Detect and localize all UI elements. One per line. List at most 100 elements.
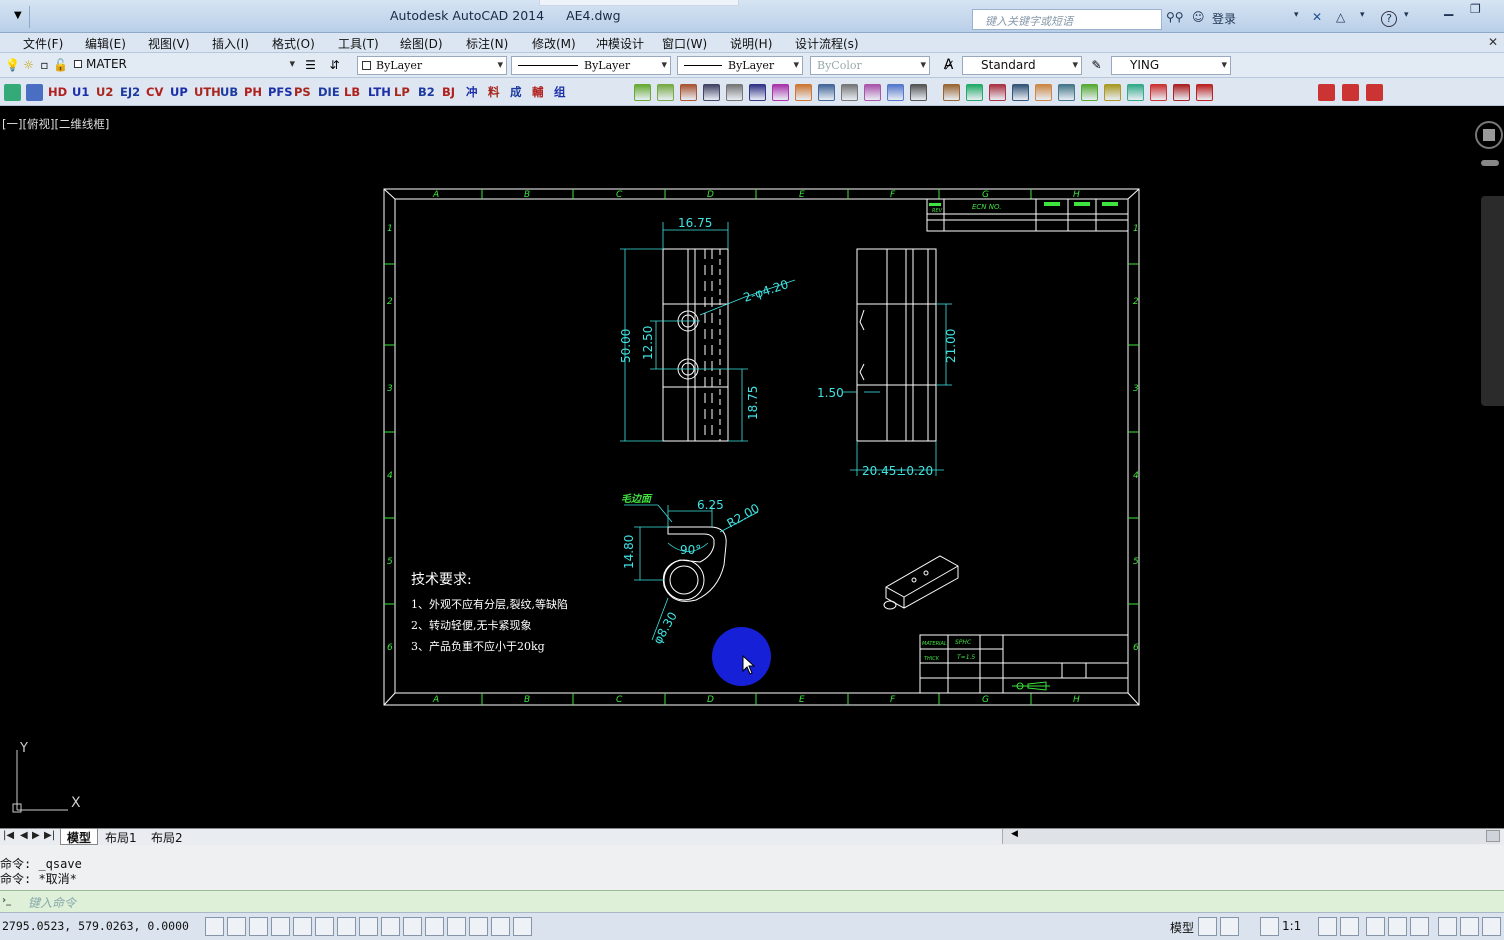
modify-tool-icon[interactable] [1173, 84, 1190, 101]
text-style-icon[interactable]: A̷ [940, 57, 957, 74]
die-tool-5[interactable]: UP [170, 83, 188, 102]
menu-die-design[interactable]: 冲模设计 [596, 35, 644, 52]
status-toggle-button[interactable] [227, 917, 246, 936]
modify-tool-icon[interactable] [864, 84, 881, 101]
help-icon[interactable]: ? [1381, 11, 1397, 27]
die-tool-10[interactable]: PS [294, 83, 311, 102]
scroll-left-icon[interactable]: ◀ [1011, 829, 1018, 839]
plotstyle-dropdown[interactable]: ByColor [810, 56, 930, 75]
modify-tool-icon[interactable] [943, 84, 960, 101]
viewcube-box[interactable] [1483, 129, 1495, 141]
next-tab-icon[interactable]: ▶ [32, 830, 40, 841]
help-dropdown-icon[interactable]: ▾ [1404, 10, 1409, 20]
die-tool-0[interactable]: HD [48, 83, 67, 102]
die-tool-18[interactable]: 料 [488, 83, 500, 102]
die-tool-14[interactable]: LP [394, 83, 410, 102]
model-space-label[interactable]: 模型 [1170, 919, 1194, 936]
a360-dropdown-icon[interactable]: ▾ [1360, 10, 1365, 20]
status-toggle-button[interactable] [447, 917, 466, 936]
exchange-icon[interactable]: ✕ [1312, 10, 1322, 24]
lineweight-dropdown[interactable]: ByLayer [677, 56, 803, 75]
modify-tool-icon[interactable] [634, 84, 651, 101]
status-toggle-button[interactable] [381, 917, 400, 936]
modify-tool-icon[interactable] [966, 84, 983, 101]
extra-tool-icon[interactable] [1342, 84, 1359, 101]
modify-tool-icon[interactable] [818, 84, 835, 101]
scroll-right-thumb[interactable] [1486, 830, 1500, 842]
die-tool-1[interactable]: U1 [72, 83, 89, 102]
die-tool-6[interactable]: UTH [194, 83, 221, 102]
binoculars-icon[interactable]: ⚲⚲ [1166, 10, 1184, 24]
last-tab-icon[interactable]: ▶| [44, 830, 55, 841]
status-toggle-button[interactable] [1340, 917, 1359, 936]
dimension-style-icon[interactable]: ✎ [1088, 57, 1105, 74]
status-toggle-button[interactable] [1220, 917, 1239, 936]
modify-tool-icon[interactable] [657, 84, 674, 101]
status-toggle-button[interactable] [513, 917, 532, 936]
tab-layout1[interactable]: 布局1 [99, 829, 143, 845]
status-toggle-button[interactable] [315, 917, 334, 936]
menu-design-flow[interactable]: 设计流程(s) [795, 35, 859, 52]
die-tool-icon[interactable] [26, 84, 43, 101]
dimstyle-dropdown[interactable]: YING [1111, 56, 1231, 75]
die-tool-17[interactable]: 冲 [466, 83, 478, 102]
die-tool-7[interactable]: UB [220, 83, 238, 102]
status-toggle-button[interactable] [1388, 917, 1407, 936]
modify-tool-icon[interactable] [910, 84, 927, 101]
modify-tool-icon[interactable] [1196, 84, 1213, 101]
die-tool-icon[interactable] [4, 84, 21, 101]
menu-dimension[interactable]: 标注(N) [466, 35, 508, 52]
layer-properties-icon[interactable]: ☰ [302, 57, 319, 74]
modify-tool-icon[interactable] [1035, 84, 1052, 101]
status-toggle-button[interactable] [1438, 917, 1457, 936]
coordinates-readout[interactable]: 2795.0523, 579.0263, 0.0000 [2, 919, 189, 933]
die-tool-15[interactable]: B2 [418, 83, 435, 102]
status-toggle-button[interactable] [403, 917, 422, 936]
color-dropdown[interactable]: ByLayer [357, 56, 507, 75]
status-toggle-button[interactable] [1366, 917, 1385, 936]
status-toggle-button[interactable] [1410, 917, 1429, 936]
die-tool-21[interactable]: 组 [554, 83, 566, 102]
status-toggle-button[interactable] [293, 917, 312, 936]
menu-format[interactable]: 格式(O) [272, 35, 315, 52]
restore-icon[interactable]: ❐ [1470, 2, 1481, 16]
extra-tool-icon[interactable] [1366, 84, 1383, 101]
modify-tool-icon[interactable] [1081, 84, 1098, 101]
tab-model[interactable]: 模型 [60, 829, 99, 845]
status-toggle-button[interactable] [469, 917, 488, 936]
modify-tool-icon[interactable] [749, 84, 766, 101]
die-tool-16[interactable]: BJ [442, 83, 455, 102]
modify-tool-icon[interactable] [703, 84, 720, 101]
modify-tool-icon[interactable] [1104, 84, 1121, 101]
modify-tool-icon[interactable] [1150, 84, 1167, 101]
lightbulb-icon[interactable]: 💡 [4, 57, 21, 74]
status-toggle-button[interactable] [249, 917, 268, 936]
drawing-canvas[interactable]: AABBCCDDEEFFGGHH112233445566 REV ECN NO.… [0, 106, 1480, 828]
status-toggle-button[interactable] [205, 917, 224, 936]
die-tool-8[interactable]: PH [244, 83, 262, 102]
extra-tool-icon[interactable] [1318, 84, 1335, 101]
die-tool-11[interactable]: DIE [318, 83, 340, 102]
viewcube-ring[interactable] [1475, 121, 1503, 149]
menu-window[interactable]: 窗口(W) [662, 35, 707, 52]
autodesk-360-icon[interactable]: △ [1336, 10, 1345, 24]
menu-draw[interactable]: 绘图(D) [400, 35, 443, 52]
modify-tool-icon[interactable] [841, 84, 858, 101]
textstyle-dropdown[interactable]: Standard [962, 56, 1082, 75]
menu-insert[interactable]: 插入(I) [212, 35, 249, 52]
status-toggle-button[interactable] [1198, 917, 1217, 936]
lock-icon[interactable]: ▫ [36, 57, 53, 74]
wcs-menu-icon[interactable] [1481, 160, 1499, 166]
linetype-dropdown[interactable]: ByLayer [511, 56, 671, 75]
first-tab-icon[interactable]: |◀ [3, 830, 14, 841]
menu-modify[interactable]: 修改(M) [532, 35, 576, 52]
login-dropdown-icon[interactable]: ▾ [1294, 10, 1299, 20]
command-input[interactable]: ›_ 键入命令 [0, 890, 1504, 912]
horizontal-scrollbar[interactable]: ◀ [1002, 829, 1500, 844]
login-link[interactable]: 登录 [1212, 10, 1236, 27]
modify-tool-icon[interactable] [795, 84, 812, 101]
status-toggle-button[interactable] [1318, 917, 1337, 936]
navigation-bar[interactable] [1481, 196, 1504, 406]
sun-icon[interactable]: ☼ [20, 57, 37, 74]
menu-file[interactable]: 文件(F) [23, 35, 63, 52]
